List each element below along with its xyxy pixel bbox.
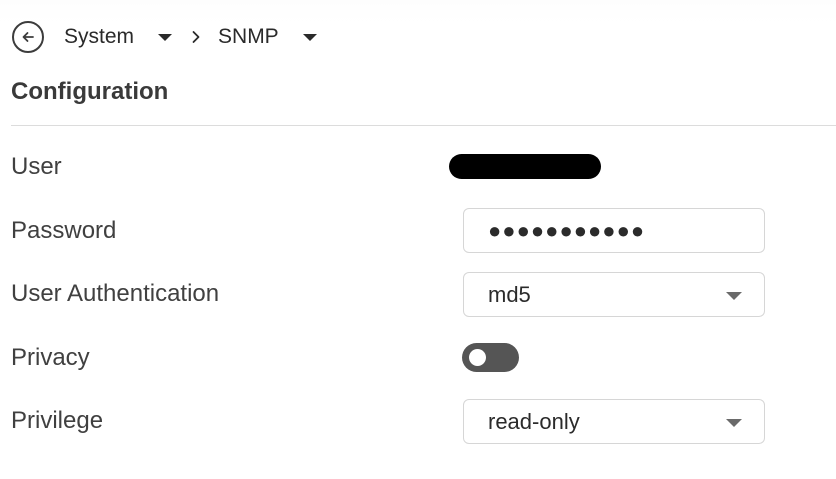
privacy-label: Privacy [11, 344, 90, 371]
snmp-configuration-page: System SNMP Configuration User Password … [0, 0, 836, 479]
caret-down-icon [158, 33, 173, 41]
privacy-toggle[interactable] [462, 343, 519, 372]
caret-down-icon [726, 419, 742, 427]
chevron-right-icon [188, 29, 204, 45]
user-label: User [11, 153, 62, 180]
password-field[interactable]: ●●●●●●●●●●● [463, 208, 765, 253]
user-authentication-select[interactable]: md5 [463, 272, 765, 317]
caret-down-icon [726, 292, 742, 300]
section-title: Configuration [11, 78, 169, 105]
password-value: ●●●●●●●●●●● [488, 217, 646, 243]
privilege-label: Privilege [11, 407, 104, 434]
breadcrumb: System SNMP [12, 18, 317, 56]
arrow-left-icon [22, 32, 34, 42]
password-label: Password [11, 217, 117, 244]
user-value-redacted [449, 154, 601, 179]
breadcrumb-system-label: System [64, 25, 135, 48]
breadcrumb-system-dropdown[interactable]: System [64, 25, 173, 49]
privilege-value: read-only [488, 408, 580, 434]
user-authentication-value: md5 [488, 281, 531, 307]
breadcrumb-snmp-dropdown[interactable]: SNMP [218, 25, 317, 49]
breadcrumb-snmp-label: SNMP [218, 25, 279, 48]
divider [11, 125, 836, 126]
caret-down-icon [302, 33, 317, 41]
privilege-select[interactable]: read-only [463, 399, 765, 444]
back-button[interactable] [12, 21, 44, 53]
toggle-knob [469, 349, 486, 366]
user-authentication-label: User Authentication [11, 280, 220, 307]
